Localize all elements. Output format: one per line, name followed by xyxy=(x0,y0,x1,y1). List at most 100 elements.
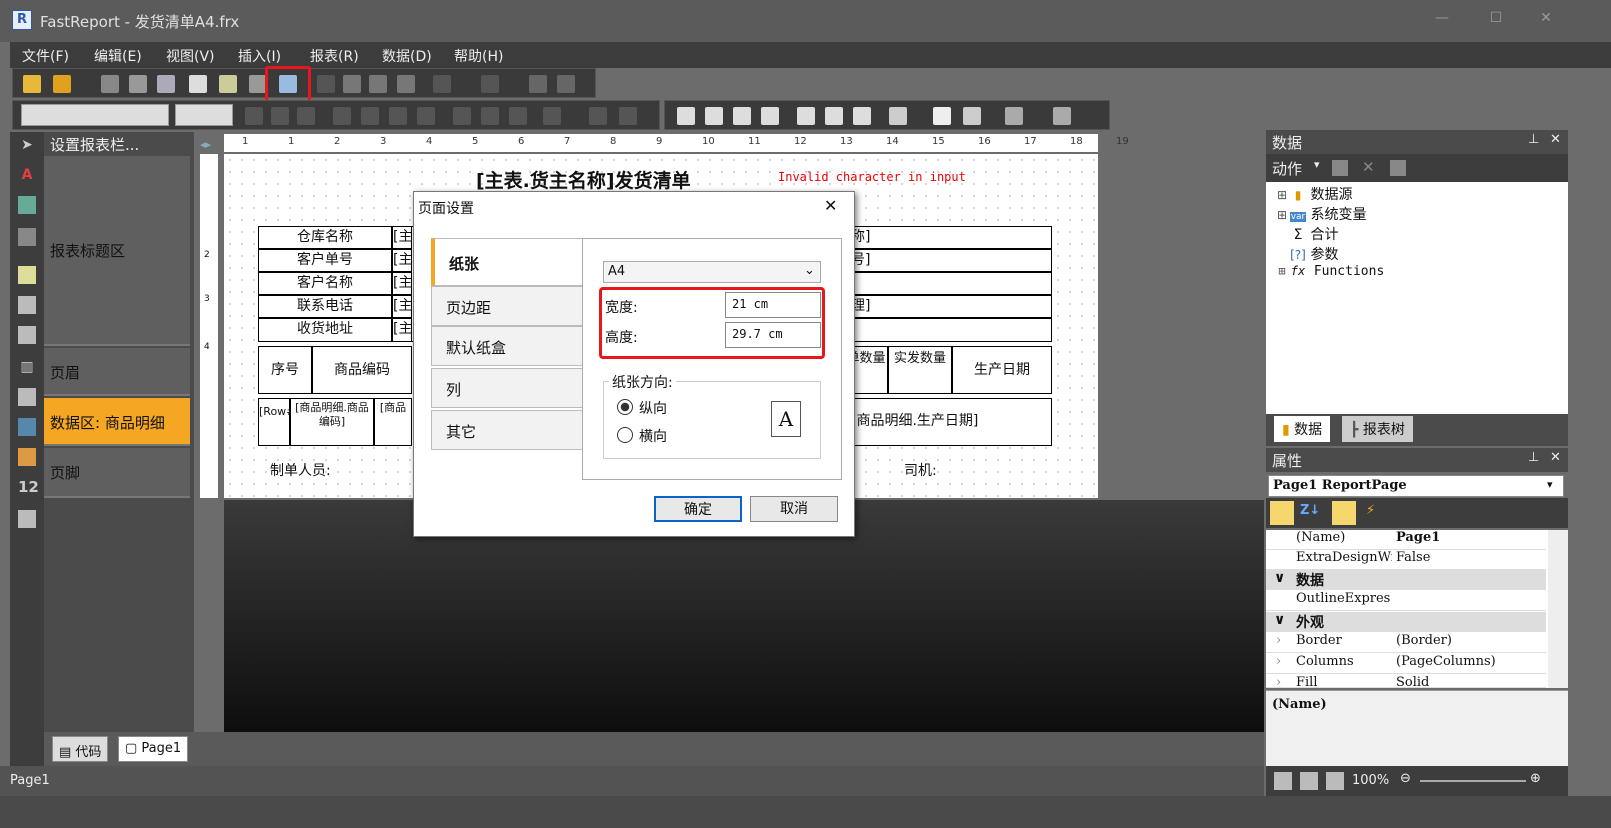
fill-color-icon[interactable] xyxy=(889,107,907,125)
italic-icon[interactable] xyxy=(271,107,289,125)
property-category[interactable]: ∨ 外观 xyxy=(1266,612,1546,632)
save-all-icon[interactable] xyxy=(129,75,147,93)
menu-help[interactable]: 帮助(H) xyxy=(454,46,503,66)
data-cell[interactable]: [商品明细.商品编码] xyxy=(290,398,374,446)
font-size-select[interactable] xyxy=(175,104,233,126)
band-page-header[interactable]: 页眉 xyxy=(44,348,190,396)
font-name-select[interactable] xyxy=(21,104,169,126)
info-value[interactable]: [主 xyxy=(392,318,412,342)
edit-icon[interactable] xyxy=(1332,160,1348,176)
align-left-icon[interactable] xyxy=(333,107,351,125)
save-icon[interactable] xyxy=(101,75,119,93)
copy-icon[interactable] xyxy=(343,75,361,93)
zoom-out-icon[interactable]: ⊖ xyxy=(1400,771,1411,786)
line-width-icon[interactable] xyxy=(1005,107,1023,125)
info-label[interactable]: 客户单号 xyxy=(258,249,392,272)
band-report-title[interactable]: 报表标题区 xyxy=(44,156,190,346)
height-input[interactable]: 29.7 cm xyxy=(725,322,821,348)
landscape-radio[interactable] xyxy=(617,427,633,443)
tree-item-params[interactable]: [?] 参数 xyxy=(1290,244,1338,264)
fill-style-icon[interactable] xyxy=(933,107,951,125)
border-none-icon[interactable] xyxy=(825,107,843,125)
barcode-icon[interactable]: ▥ xyxy=(18,358,36,376)
properties-icon[interactable] xyxy=(1332,501,1356,525)
tab-columns[interactable]: 列 xyxy=(431,368,585,408)
justify-icon[interactable] xyxy=(417,107,435,125)
fit-page-icon[interactable] xyxy=(1300,772,1318,790)
shadow-icon[interactable] xyxy=(853,107,871,125)
column-header[interactable]: 商品编码 xyxy=(312,346,412,394)
cancel-button[interactable]: 取消 xyxy=(750,496,838,522)
events-icon[interactable]: ⚡ xyxy=(1366,503,1375,518)
highlight-icon[interactable] xyxy=(589,107,607,125)
close-panel-icon[interactable]: ✕ xyxy=(1550,450,1561,465)
tab-paper[interactable]: 纸张 xyxy=(431,238,585,286)
zoom-slider[interactable] xyxy=(1420,780,1526,782)
number-object-icon[interactable]: 12 xyxy=(18,478,39,496)
footer-driver-label[interactable]: 司机: xyxy=(904,460,937,480)
preview-icon[interactable] xyxy=(157,75,175,93)
fit-width-icon[interactable] xyxy=(1326,772,1344,790)
border-bottom-icon[interactable] xyxy=(705,107,723,125)
ok-button[interactable]: 确定 xyxy=(654,496,742,522)
new-dialog-icon[interactable] xyxy=(219,75,237,93)
new-report-icon[interactable] xyxy=(23,75,41,93)
format-painter-icon[interactable] xyxy=(397,75,415,93)
text-object-icon[interactable]: A xyxy=(18,166,36,184)
info-value[interactable]: [主 xyxy=(392,295,412,318)
valign-middle-icon[interactable] xyxy=(481,107,499,125)
line-color-icon[interactable] xyxy=(963,107,981,125)
scrollbar[interactable] xyxy=(1548,530,1568,688)
tab-code[interactable]: ▤ 代码 xyxy=(52,736,109,762)
chevron-down-icon[interactable]: ▾ xyxy=(1314,158,1320,171)
close-icon[interactable]: ✕ xyxy=(824,196,837,215)
tree-item-totals[interactable]: Σ 合计 xyxy=(1290,224,1339,244)
property-row[interactable]: OutlineExpres xyxy=(1266,591,1546,611)
rotate-icon[interactable] xyxy=(619,107,637,125)
tree-item-functions[interactable]: ⊞ fx Functions xyxy=(1274,264,1384,279)
paper-size-select[interactable]: A4 ⌄ xyxy=(603,261,821,283)
tab-other[interactable]: 其它 xyxy=(431,410,585,450)
column-header[interactable]: 生产日期 xyxy=(952,346,1052,394)
pointer-icon[interactable]: ➤ xyxy=(18,136,36,154)
info-right[interactable]: 号] xyxy=(850,249,1052,272)
info-value[interactable]: [主 xyxy=(392,249,412,272)
paste-icon[interactable] xyxy=(369,75,387,93)
group-icon[interactable] xyxy=(529,75,547,93)
text-color-icon[interactable] xyxy=(543,107,561,125)
info-right[interactable]: 称] xyxy=(850,226,1052,249)
pin-icon[interactable]: ⊥ xyxy=(1528,450,1539,465)
property-category[interactable]: ∨ 数据 xyxy=(1266,570,1546,590)
band-object-icon[interactable] xyxy=(18,228,36,246)
info-value[interactable]: [主 xyxy=(392,226,412,249)
actions-dropdown[interactable]: 动作 xyxy=(1272,158,1302,179)
menu-report[interactable]: 报表(R) xyxy=(310,46,359,66)
tab-data[interactable]: ▮ 数据 xyxy=(1274,416,1331,442)
column-header[interactable]: 序号 xyxy=(258,346,312,394)
tab-report-tree[interactable]: ┣ 报表树 xyxy=(1342,416,1413,442)
menu-insert[interactable]: 插入(I) xyxy=(238,46,281,66)
tab-margins[interactable]: 页边距 xyxy=(431,286,585,326)
matrix-object-icon[interactable] xyxy=(18,326,36,344)
align-center-icon[interactable] xyxy=(361,107,379,125)
picture-object-icon[interactable] xyxy=(18,196,36,214)
zoom-in-icon[interactable]: ⊕ xyxy=(1530,771,1541,786)
cut-icon[interactable] xyxy=(317,75,335,93)
tab-paper-source[interactable]: 默认纸盒 xyxy=(431,326,585,366)
align-right-icon[interactable] xyxy=(389,107,407,125)
html-object-icon[interactable] xyxy=(18,510,36,528)
ruler-toggle-icon[interactable]: ◂▸ xyxy=(200,138,211,151)
chart-object-icon[interactable] xyxy=(18,448,36,466)
property-row[interactable]: (Name) Page1 xyxy=(1266,530,1546,550)
new-page-icon[interactable] xyxy=(189,75,207,93)
info-right[interactable]: 理] xyxy=(850,295,1052,318)
property-row[interactable]: › Border (Border) xyxy=(1266,633,1546,653)
portrait-radio[interactable] xyxy=(617,399,633,415)
checkbox-object-icon[interactable] xyxy=(18,418,36,436)
delete-icon[interactable]: ✕ xyxy=(1362,158,1375,176)
maximize-button[interactable]: ☐ xyxy=(1484,10,1508,30)
error-text[interactable]: Invalid character in input xyxy=(778,170,966,184)
data-cell[interactable]: [Row#] xyxy=(258,398,300,446)
band-data[interactable]: 数据区: 商品明细 xyxy=(44,398,190,446)
info-right[interactable] xyxy=(850,272,1052,295)
